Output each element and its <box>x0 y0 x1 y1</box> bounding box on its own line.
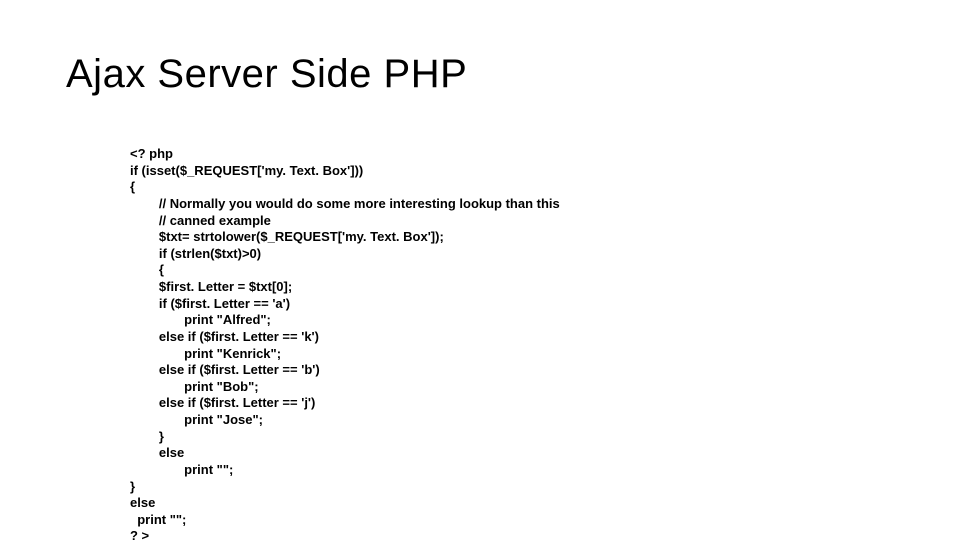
slide-title: Ajax Server Side PHP <box>66 52 467 97</box>
code-block: <? php if (isset($_REQUEST['my. Text. Bo… <box>130 146 560 540</box>
slide: Ajax Server Side PHP <? php if (isset($_… <box>0 0 960 540</box>
